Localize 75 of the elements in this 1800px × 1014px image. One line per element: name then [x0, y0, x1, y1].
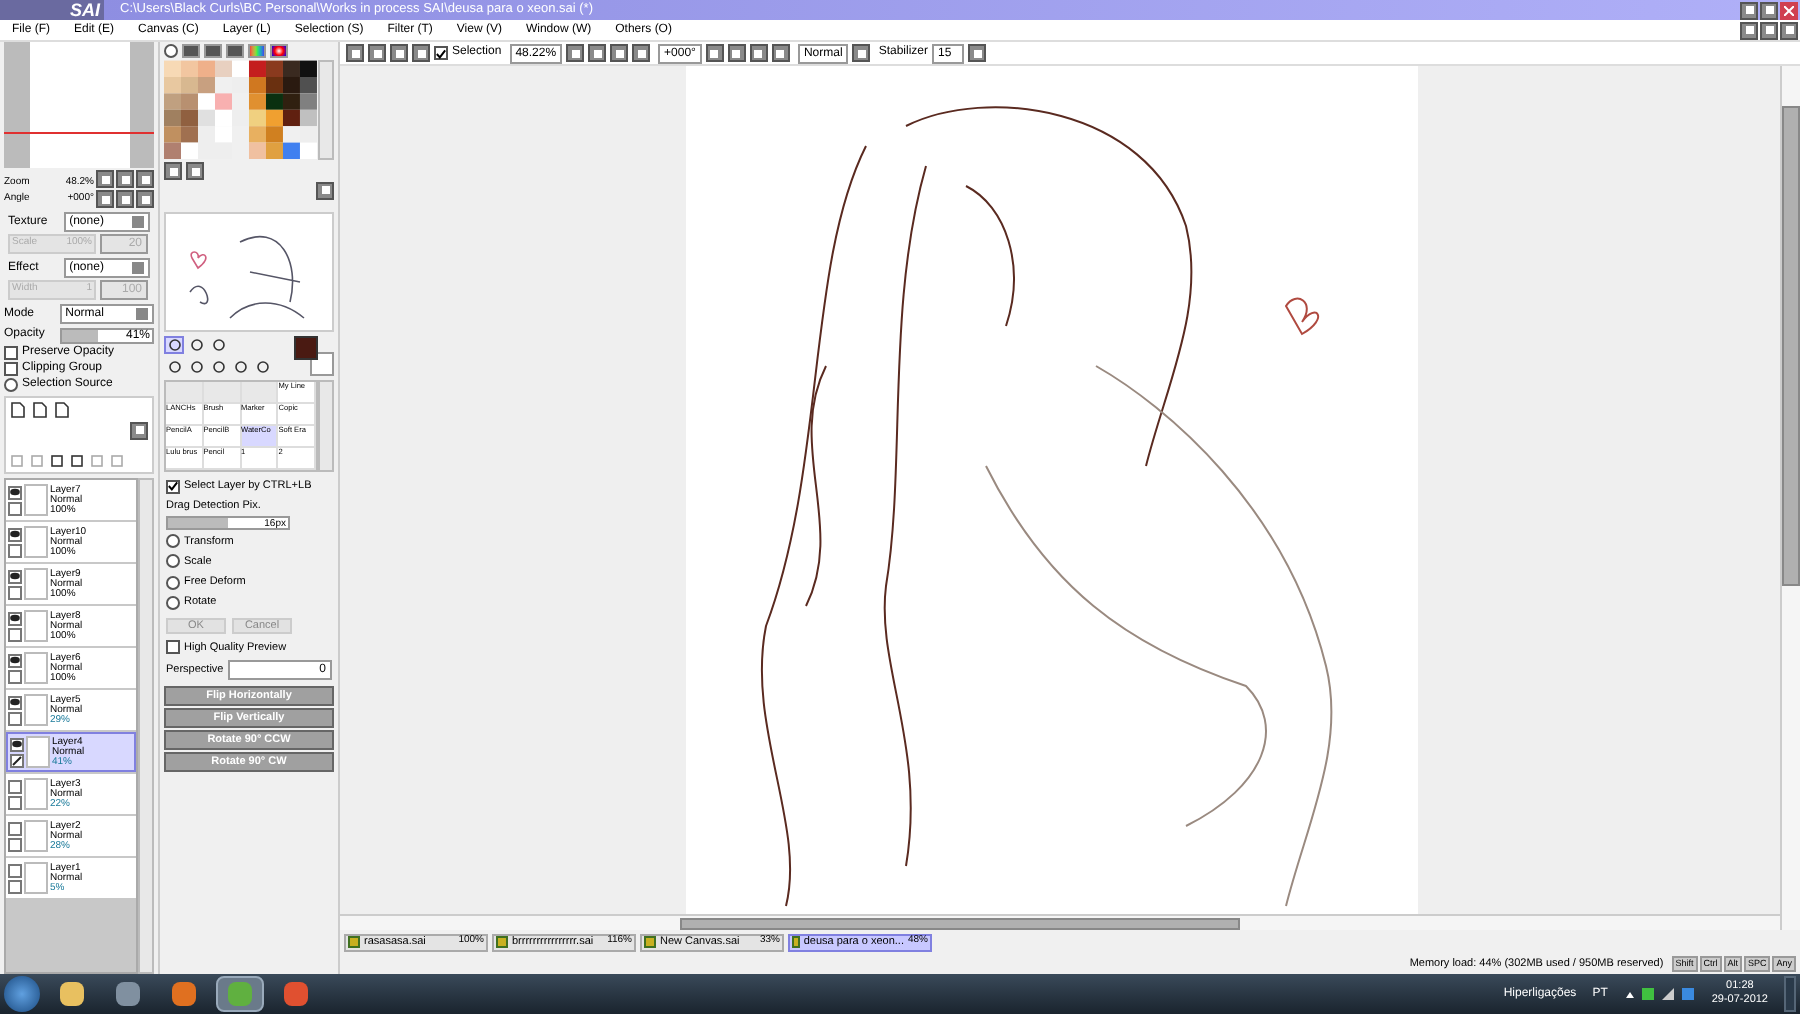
mask-button[interactable] — [130, 421, 148, 439]
vertical-scrollbar[interactable] — [1780, 66, 1800, 930]
checkmark-icon — [436, 47, 446, 59]
layer-thumbnail — [24, 820, 48, 852]
radio-button[interactable] — [166, 554, 180, 569]
visibility-toggle[interactable] — [10, 737, 24, 751]
layer-thumbnail — [26, 736, 50, 768]
scrollbar-thumb[interactable] — [680, 917, 1240, 929]
close-button[interactable] — [1780, 1, 1798, 19]
eye-icon — [10, 698, 20, 706]
eye-icon — [10, 656, 20, 664]
document-icon — [348, 936, 360, 948]
layer-thumbnail — [24, 778, 48, 810]
visibility-toggle[interactable] — [8, 695, 22, 709]
layer-lock-toggle[interactable] — [8, 627, 22, 641]
checkbox[interactable] — [4, 362, 18, 376]
layer-lock-toggle[interactable] — [8, 879, 22, 893]
layer-lock-toggle[interactable] — [8, 543, 22, 557]
layer-thumbnail — [24, 484, 48, 516]
document-icon — [644, 936, 656, 948]
checkbox[interactable] — [434, 46, 448, 60]
layer-lock-toggle[interactable] — [8, 669, 22, 683]
checkbox[interactable] — [166, 479, 180, 494]
app-logo: SAI — [0, 0, 104, 20]
radio-button[interactable] — [4, 378, 18, 392]
palette-scrollbar[interactable] — [318, 60, 334, 160]
visibility-toggle[interactable] — [8, 821, 22, 835]
visibility-toggle[interactable] — [8, 611, 22, 625]
radio-button[interactable] — [166, 595, 180, 610]
foreground-color[interactable] — [294, 336, 318, 360]
close-button[interactable] — [1780, 21, 1798, 39]
brush-scrollbar[interactable] — [318, 380, 334, 472]
layer-lock-toggle[interactable] — [10, 753, 24, 767]
visibility-toggle[interactable] — [8, 863, 22, 877]
document-icon — [792, 936, 800, 948]
radio-button[interactable] — [166, 575, 180, 590]
new-layer-icon[interactable] — [10, 402, 26, 418]
close-icon — [1784, 5, 1794, 15]
eye-icon — [10, 614, 20, 622]
layer-thumbnail — [24, 862, 48, 894]
layer-thumbnail — [24, 610, 48, 642]
taskbar-button[interactable] — [216, 976, 264, 1012]
pen-icon — [12, 755, 22, 765]
layer-thumbnail — [24, 694, 48, 726]
visibility-toggle[interactable] — [8, 779, 22, 793]
scrollbar-thumb[interactable] — [1782, 106, 1800, 586]
checkbox[interactable] — [4, 346, 18, 360]
layer-lock-toggle[interactable] — [8, 585, 22, 599]
checkbox[interactable] — [166, 640, 180, 655]
layer-scrollbar[interactable] — [138, 478, 154, 974]
layer-lock-toggle[interactable] — [8, 837, 22, 851]
visibility-toggle[interactable] — [8, 485, 22, 499]
layer-thumbnail — [24, 568, 48, 600]
tray-icons-drawing[interactable] — [1623, 986, 1696, 1002]
layer-thumbnail — [24, 526, 48, 558]
eye-icon — [12, 740, 22, 748]
visibility-toggle[interactable] — [8, 569, 22, 583]
visibility-toggle[interactable] — [8, 527, 22, 541]
spectrum-icon[interactable] — [248, 44, 266, 58]
horizontal-scrollbar[interactable] — [340, 914, 1780, 930]
radio-button[interactable] — [164, 44, 178, 58]
eye-icon — [10, 530, 20, 538]
eye-icon — [10, 488, 20, 496]
radio-button[interactable] — [166, 534, 180, 549]
document-icon — [496, 936, 508, 948]
checkmark-icon — [168, 480, 178, 493]
layer-lock-toggle[interactable] — [8, 501, 22, 515]
start-button[interactable] — [4, 976, 40, 1012]
layer-lock-toggle[interactable] — [8, 711, 22, 725]
eye-icon — [10, 572, 20, 580]
layer-lock-toggle[interactable] — [8, 795, 22, 809]
layer-thumbnail — [24, 652, 48, 684]
wheel-icon[interactable] — [270, 44, 288, 58]
color-palette-drawing[interactable] — [164, 60, 319, 160]
visibility-toggle[interactable] — [8, 653, 22, 667]
